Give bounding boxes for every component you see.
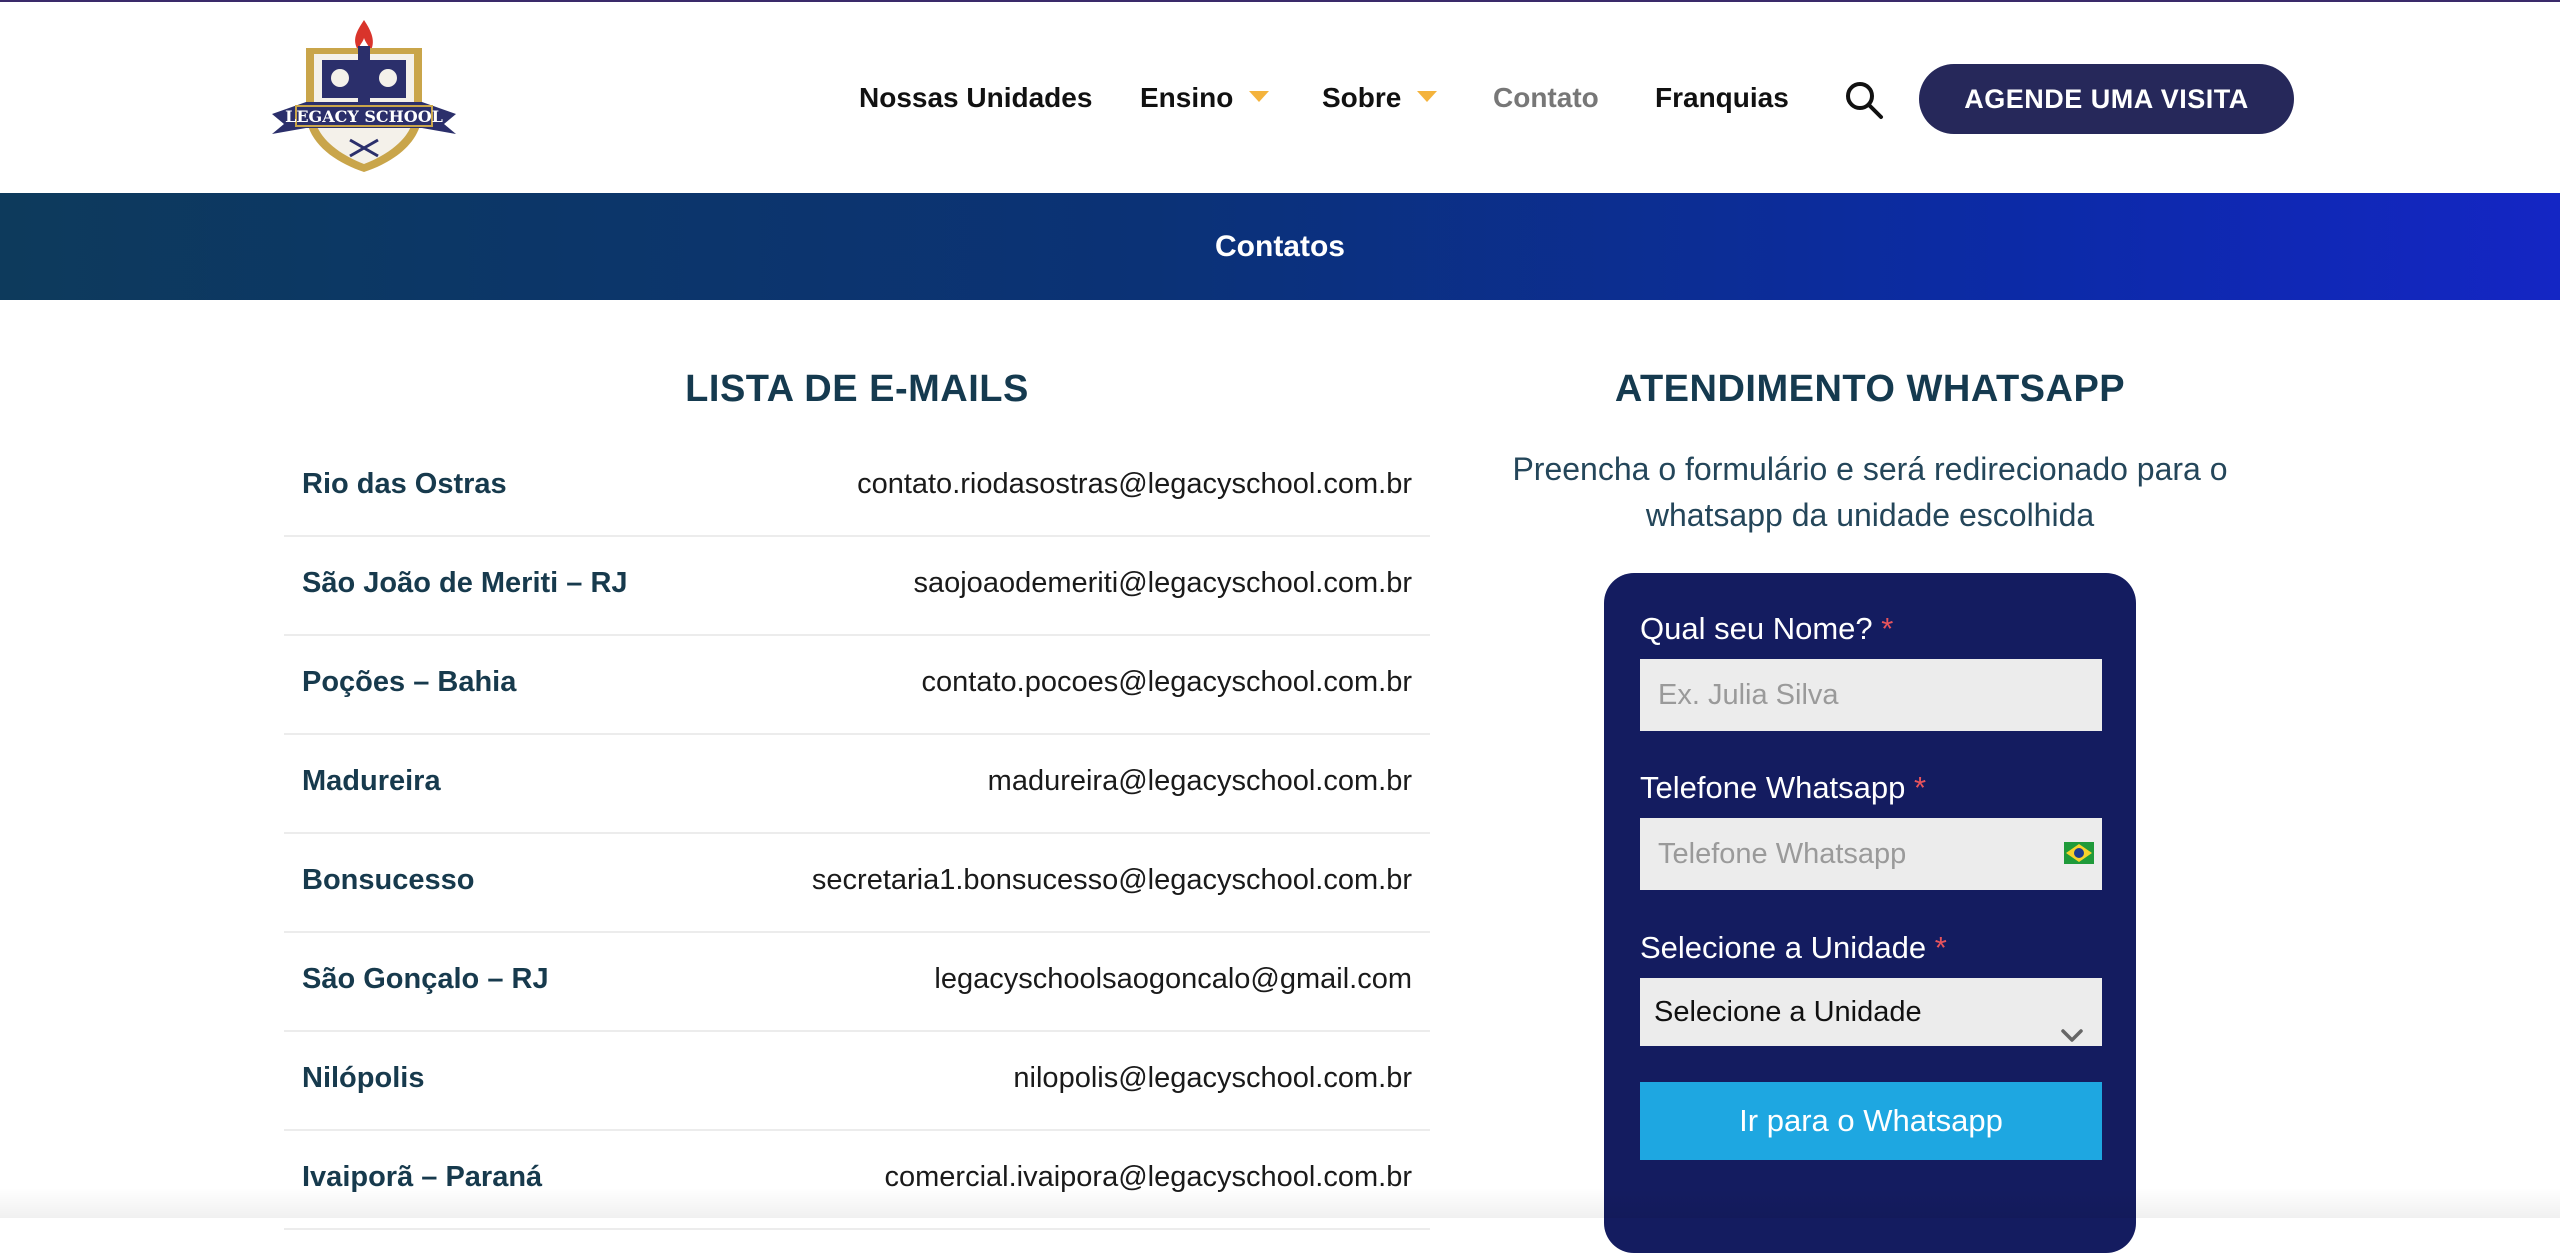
list-item: Ivaiporã – Paraná comercial.ivaipora@leg… <box>284 1131 1430 1230</box>
brazil-flag-icon[interactable] <box>2064 842 2094 864</box>
nav-label: Franquias <box>1655 82 1789 113</box>
site-header: LEGACY SCHOOL Nossas Unidades Ensino Sob… <box>0 2 2560 193</box>
unit-field-label: Selecione a Unidade * <box>1640 930 1947 966</box>
unit-name: Nilópolis <box>302 1062 425 1094</box>
go-to-whatsapp-button[interactable]: Ir para o Whatsapp <box>1640 1082 2102 1160</box>
unit-name: São João de Meriti – RJ <box>302 567 628 599</box>
nav-item-nossas-unidades[interactable]: Nossas Unidades <box>859 78 1092 118</box>
unit-name: Madureira <box>302 765 441 797</box>
email-link[interactable]: legacyschoolsaogoncalo@gmail.com <box>934 963 1412 996</box>
unit-select-value: Selecione a Unidade <box>1654 996 1922 1028</box>
nav-label: Ensino <box>1140 82 1234 113</box>
email-list: Rio das Ostras contato.riodasostras@lega… <box>284 438 1430 1230</box>
caret-down-icon <box>1417 91 1438 103</box>
required-mark: * <box>1934 930 1947 965</box>
page-title: Contatos <box>1215 230 1345 263</box>
name-field-label: Qual seu Nome? * <box>1640 611 1893 647</box>
nav-item-sobre[interactable]: Sobre <box>1322 78 1438 118</box>
whatsapp-subtitle: Preencha o formulário e será redireciona… <box>1512 451 2228 533</box>
nav-label: Nossas Unidades <box>859 82 1093 113</box>
svg-text:LEGACY SCHOOL: LEGACY SCHOOL <box>285 107 443 126</box>
list-item: Poções – Bahia contato.pocoes@legacyscho… <box>284 636 1430 735</box>
caret-down-icon <box>1249 91 1270 103</box>
unit-select[interactable]: Selecione a Unidade <box>1640 978 2102 1046</box>
email-list-heading: LISTA DE E-MAILS <box>685 368 1029 410</box>
email-link[interactable]: contato.pocoes@legacyschool.com.br <box>922 666 1412 699</box>
nav-label: Sobre <box>1322 82 1402 113</box>
nav-item-ensino[interactable]: Ensino <box>1140 78 1270 118</box>
nav-label: Contato <box>1493 82 1599 113</box>
phone-field <box>1640 818 2102 890</box>
list-item: São João de Meriti – RJ saojoaodemeriti@… <box>284 537 1430 636</box>
phone-label-text: Telefone Whatsapp <box>1640 770 1906 805</box>
list-item: Nilópolis nilopolis@legacyschool.com.br <box>284 1032 1430 1131</box>
nav-item-contato[interactable]: Contato <box>1493 78 1599 118</box>
phone-input[interactable] <box>1640 818 2102 890</box>
email-link[interactable]: secretaria1.bonsucesso@legacyschool.com.… <box>812 864 1412 897</box>
unit-name: Ivaiporã – Paraná <box>302 1161 543 1193</box>
school-logo[interactable]: LEGACY SCHOOL <box>266 16 462 178</box>
unit-label-text: Selecione a Unidade <box>1640 930 1927 965</box>
name-label-text: Qual seu Nome? <box>1640 611 1873 646</box>
email-link[interactable]: contato.riodasostras@legacyschool.com.br <box>857 468 1412 501</box>
list-item: Madureira madureira@legacyschool.com.br <box>284 735 1430 834</box>
phone-field-label: Telefone Whatsapp * <box>1640 770 1926 806</box>
unit-name: Poções – Bahia <box>302 666 517 698</box>
email-link[interactable]: nilopolis@legacyschool.com.br <box>1013 1062 1412 1095</box>
name-input[interactable] <box>1640 659 2102 731</box>
required-mark: * <box>1881 611 1894 646</box>
unit-name: São Gonçalo – RJ <box>302 963 549 995</box>
page-banner: Contatos <box>0 193 2560 300</box>
email-link[interactable]: comercial.ivaipora@legacyschool.com.br <box>885 1161 1412 1194</box>
email-link[interactable]: saojoaodemeriti@legacyschool.com.br <box>913 567 1412 600</box>
unit-name: Rio das Ostras <box>302 468 507 500</box>
search-icon[interactable] <box>1844 80 1884 120</box>
list-item: Bonsucesso secretaria1.bonsucesso@legacy… <box>284 834 1430 933</box>
whatsapp-form: Qual seu Nome? * Telefone Whatsapp * Sel… <box>1604 573 2136 1253</box>
chevron-down-icon <box>2060 1002 2084 1042</box>
required-mark: * <box>1914 770 1927 805</box>
unit-name: Bonsucesso <box>302 864 475 896</box>
list-item: São Gonçalo – RJ legacyschoolsaogoncalo@… <box>284 933 1430 1032</box>
schedule-visit-button[interactable]: AGENDE UMA VISITA <box>1919 64 2294 134</box>
list-item: Rio das Ostras contato.riodasostras@lega… <box>284 438 1430 537</box>
email-link[interactable]: madureira@legacyschool.com.br <box>988 765 1412 798</box>
nav-item-franquias[interactable]: Franquias <box>1655 78 1789 118</box>
whatsapp-heading: ATENDIMENTO WHATSAPP <box>1614 368 2126 410</box>
